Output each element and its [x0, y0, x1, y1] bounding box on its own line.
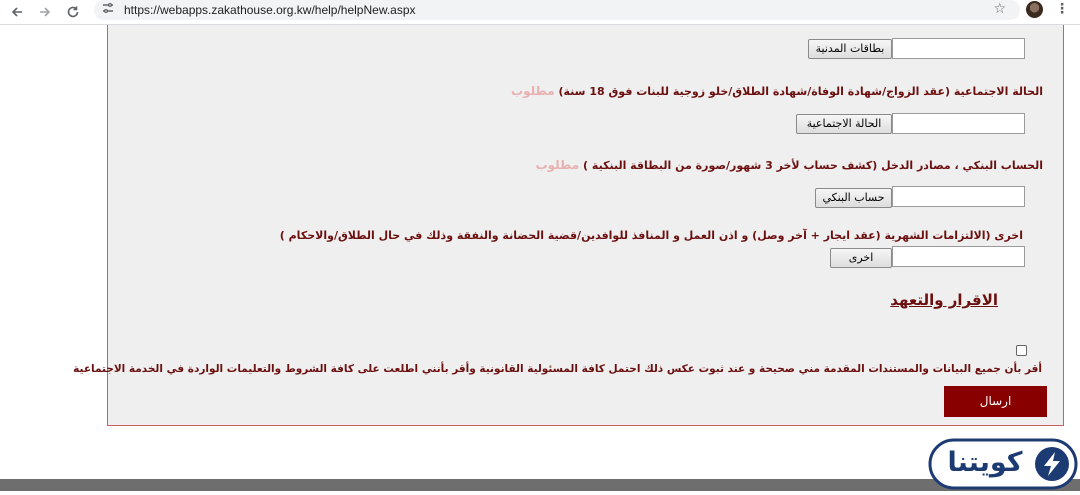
other-file-input[interactable] — [892, 246, 1025, 267]
submit-button[interactable]: ارسال — [944, 386, 1047, 417]
browser-toolbar: https://webapps.zakathouse.org.kw/help/h… — [0, 0, 1080, 25]
upload-form-panel: بطاقات المدنية الحالة الاجتماعية (عقد ال… — [73, 25, 1064, 426]
declaration-text: أقر بأن جميع البيانات والمستندات المقدمة… — [73, 363, 1042, 375]
footer-bar — [0, 479, 1080, 491]
social-status-button[interactable]: الحالة الاجتماعية — [796, 114, 892, 134]
other-button[interactable]: اخرى — [830, 248, 892, 268]
menu-dots-icon[interactable]: ⋮ — [1055, 1, 1069, 17]
address-bar[interactable]: https://webapps.zakathouse.org.kw/help/h… — [94, 0, 1020, 20]
profile-avatar[interactable] — [1026, 1, 1043, 18]
bank-account-label: الحساب البنكي ، مصادر الدخل (كشف حساب لأ… — [536, 158, 1043, 172]
declaration-checkbox[interactable] — [1016, 345, 1027, 356]
bank-account-label-text: الحساب البنكي ، مصادر الدخل (كشف حساب لأ… — [583, 159, 1043, 172]
star-icon[interactable]: ☆ — [993, 1, 1006, 17]
civil-id-button[interactable]: بطاقات المدنية — [808, 39, 892, 59]
social-status-required: مطلوب — [511, 84, 555, 98]
bank-account-required: مطلوب — [535, 158, 580, 172]
bank-account-file-input[interactable] — [892, 186, 1025, 207]
bank-account-button[interactable]: حساب البنكي — [815, 188, 892, 208]
arrow-left-icon[interactable] — [6, 2, 28, 22]
reload-icon[interactable] — [62, 2, 84, 22]
logo-text: كويتنا — [947, 447, 1023, 478]
tune-icon[interactable] — [102, 2, 114, 17]
url-text[interactable]: https://webapps.zakathouse.org.kw/help/h… — [124, 3, 416, 17]
arrow-right-icon[interactable] — [34, 2, 56, 22]
social-status-file-input[interactable] — [892, 113, 1025, 134]
civil-id-file-input[interactable] — [892, 38, 1025, 59]
other-label-text: اخرى (الالتزامات الشهرية (عقد ايجار + آخ… — [279, 229, 1023, 242]
social-status-label: الحالة الاجتماعية (عقد الزواج/شهادة الوف… — [511, 84, 1043, 98]
social-status-label-text: الحالة الاجتماعية (عقد الزواج/شهادة الوف… — [558, 85, 1043, 98]
kuwaitna-logo: كويتنا — [927, 437, 1079, 491]
other-label: اخرى (الالتزامات الشهرية (عقد ايجار + آخ… — [280, 229, 1023, 242]
declaration-title: الاقرار والتعهد — [890, 291, 998, 309]
